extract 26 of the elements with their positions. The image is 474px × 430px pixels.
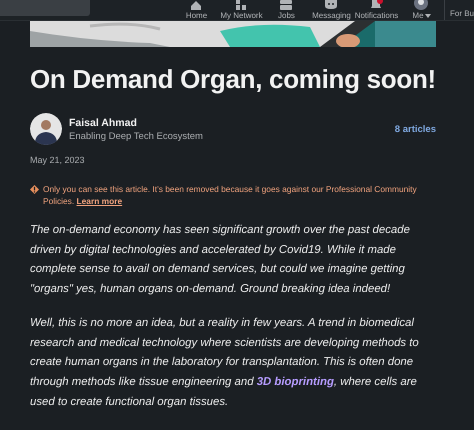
- bell-icon: [369, 0, 384, 10]
- search-field[interactable]: [0, 0, 90, 16]
- bioprinting-link[interactable]: 3D bioprinting: [256, 376, 334, 388]
- home-icon: [189, 0, 204, 10]
- avatar-icon: [414, 0, 428, 10]
- publish-date: May 21, 2023: [30, 155, 86, 165]
- author-name[interactable]: Faisal Ahmad: [69, 116, 388, 128]
- author-headline: Enabling Deep Tech Ecosystem: [69, 130, 204, 142]
- nav-item[interactable]: Home: [174, 0, 219, 20]
- jobs-icon: [279, 0, 294, 10]
- nav-item[interactable]: My Network: [218, 0, 264, 20]
- nav-item[interactable]: Notifications: [354, 0, 399, 20]
- warning-icon: [30, 185, 39, 194]
- for-business-link[interactable]: For Bu: [444, 0, 474, 20]
- learn-more-link[interactable]: Learn more: [76, 196, 122, 206]
- caret-icon: [424, 14, 431, 18]
- removal-notice: Only you can see this article. It’s been removed because it goes against our Professional Community Policies. Learn more: [43, 184, 418, 207]
- article-title: On Demand Organ, coming soon!: [30, 63, 436, 95]
- articles-link[interactable]: 8 articles: [394, 124, 436, 134]
- avatar-icon[interactable]: [30, 113, 62, 145]
- nav-item[interactable]: Jobs: [264, 0, 309, 20]
- nav-item[interactable]: Messaging: [308, 0, 354, 20]
- article-paragraph: Well, this is no more an idea, but a reality in few years. A trend in biomedical research and medical technology where scientists are developing methods to create human organs in the laboratory for transplantation. This is often done through methods like tissue engineering and 3D bioprinting, where cells are used to create functional organ tissues.: [30, 316, 420, 410]
- nav-item[interactable]: Me: [398, 0, 444, 20]
- article-paragraph: The on-demand economy has seen significant growth over the past decade driven by digital technologies and accelerated by Covid19. While it made complete sense to avail on demand services, but could we imagine getting "organs" yes, human organs on-demand. Ground breaking idea indeed!: [30, 223, 411, 298]
- network-icon: [234, 0, 248, 10]
